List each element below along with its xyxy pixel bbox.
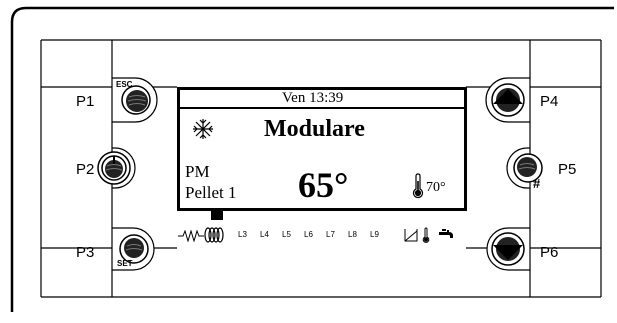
lcd-divider <box>180 107 464 109</box>
indicator-l7: L7 <box>326 230 335 239</box>
temperature-text: 65° <box>298 165 349 205</box>
p4-up-button[interactable] <box>488 80 532 120</box>
p5-label: P5 <box>558 161 577 178</box>
fuel-text: Pellet 1 <box>185 183 237 202</box>
tap-icon <box>438 228 454 247</box>
snowflake-icon <box>192 118 214 145</box>
p1-label: P1 <box>76 93 95 110</box>
p6-label: P6 <box>540 244 559 261</box>
status-marker <box>211 211 223 220</box>
resistor-icon <box>178 229 204 247</box>
hash-tag: # <box>533 176 541 191</box>
indicator-l5: L5 <box>282 230 291 239</box>
tank-icon <box>404 228 418 247</box>
indicator-l8: L8 <box>348 230 357 239</box>
mode-code-text: PM <box>185 162 210 181</box>
p6-down-button[interactable] <box>488 228 532 270</box>
datetime-text: Ven 13:39 <box>282 90 344 106</box>
p2-label: P2 <box>76 161 95 178</box>
p2-button[interactable] <box>94 148 134 188</box>
indicator-l6: L6 <box>304 230 313 239</box>
indicator-l3: L3 <box>238 230 247 239</box>
p4-label: P4 <box>540 93 559 110</box>
coil-icon <box>204 227 226 248</box>
p3-label: P3 <box>76 244 95 261</box>
set-tag: SET <box>117 259 133 268</box>
indicator-l4: L4 <box>260 230 269 239</box>
indicator-l9: L9 <box>370 230 379 239</box>
thermometer-icon <box>412 173 424 204</box>
lcd-display: Ven 13:39 Modulare PM Pellet 1 65° 70° <box>177 87 467 211</box>
p5-hash-button[interactable] <box>506 148 550 190</box>
setpoint-text: 70° <box>426 180 446 195</box>
esc-tag: ESC <box>116 80 133 89</box>
thermometer-small-icon <box>422 227 430 248</box>
mode-text: Modulare <box>264 116 365 142</box>
